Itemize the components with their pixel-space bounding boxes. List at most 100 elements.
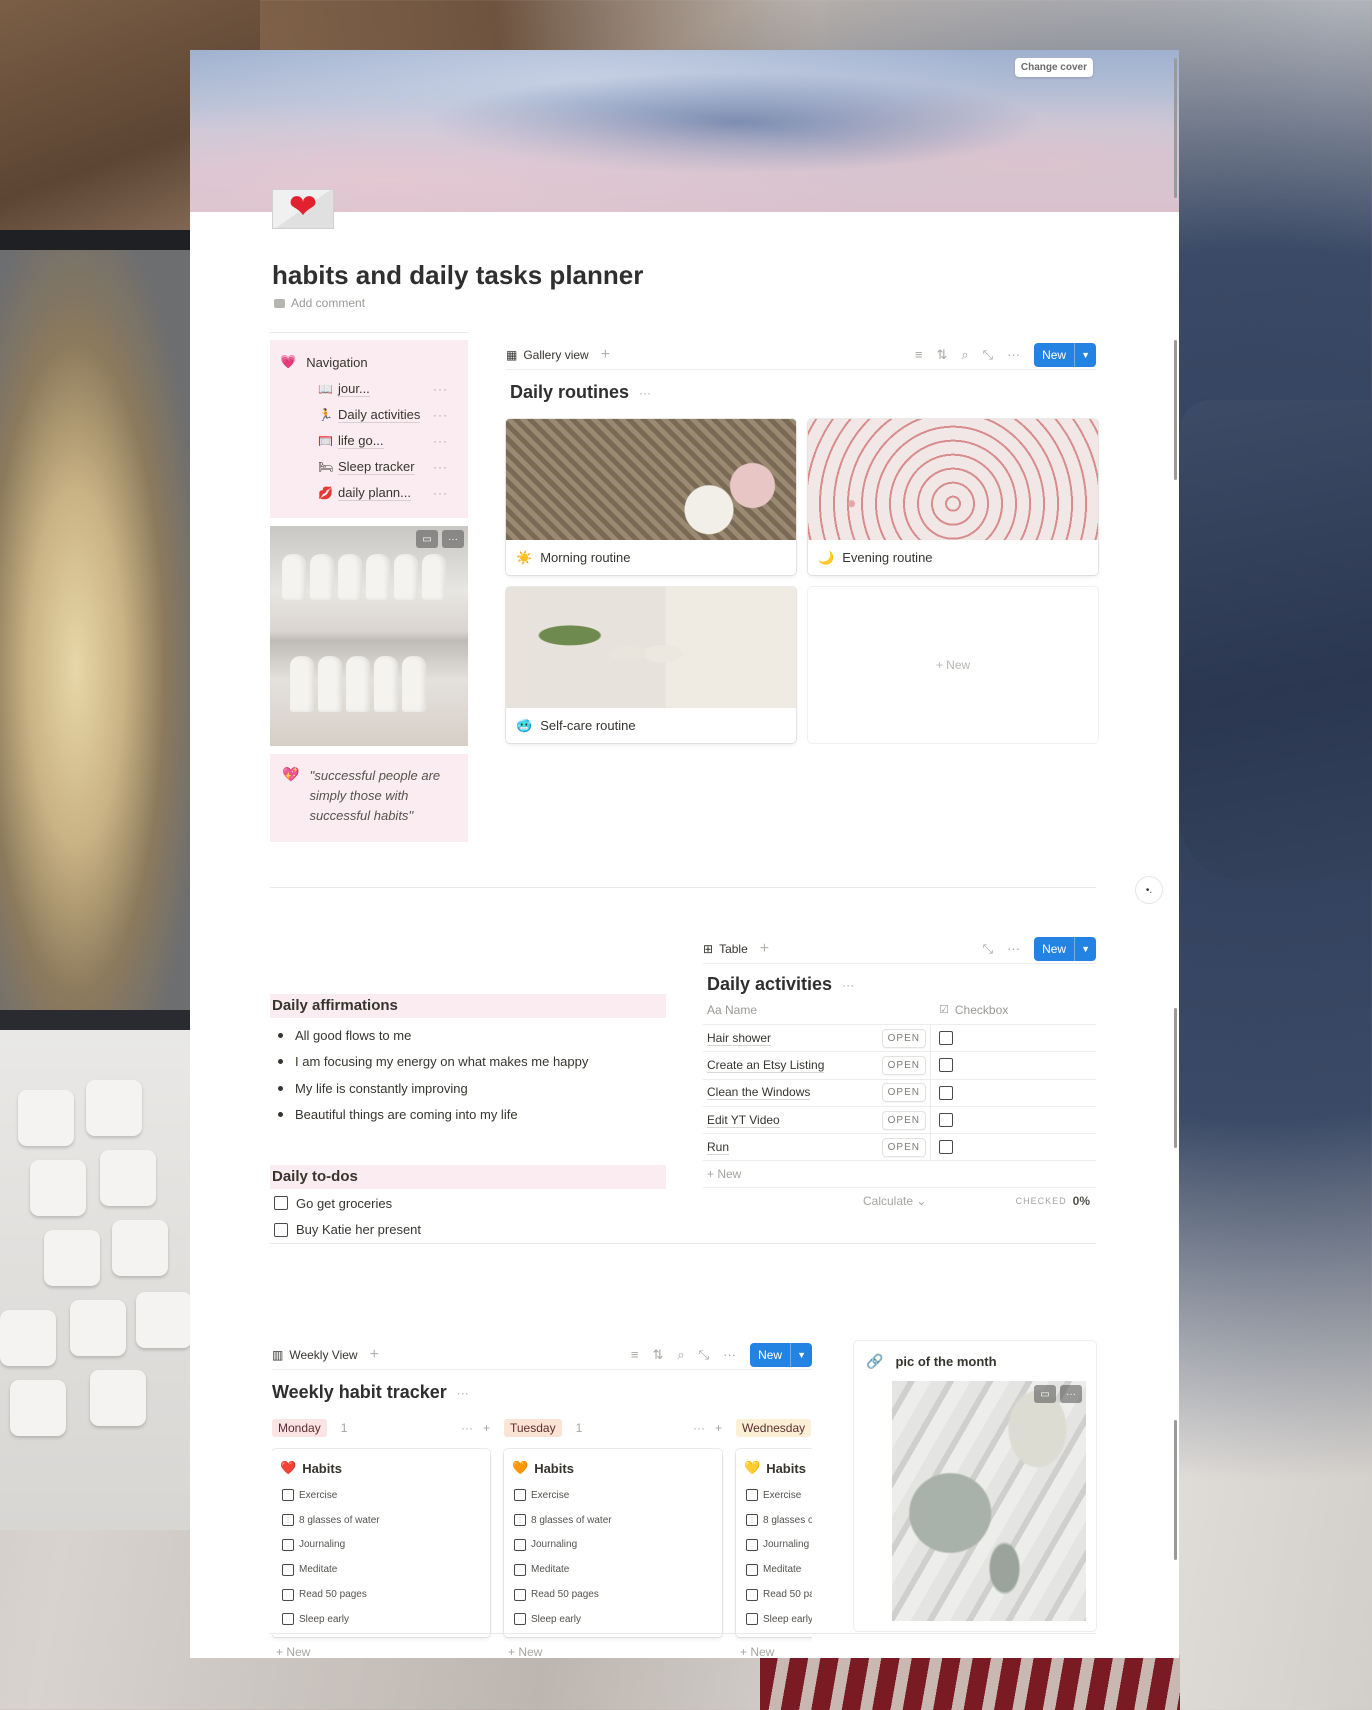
habit-item[interactable]: Journaling — [512, 1533, 714, 1558]
todos-heading[interactable]: Daily to-dos — [270, 1165, 666, 1189]
column-tag[interactable]: Wednesday — [736, 1419, 812, 1437]
more-options-icon[interactable]: ··· — [461, 1421, 473, 1435]
more-options-icon[interactable]: ··· — [442, 530, 464, 548]
more-options-icon[interactable]: ··· — [639, 386, 651, 400]
table-row[interactable]: Clean the Windows OPEN — [703, 1079, 1096, 1107]
checkbox[interactable] — [939, 1140, 953, 1155]
board-card[interactable]: 💛 Habits Exercise 8 glasses of water Journa… — [736, 1449, 812, 1637]
add-card-button[interactable]: + New — [736, 1637, 812, 1657]
add-icon[interactable]: + — [483, 1421, 490, 1435]
more-options-icon[interactable]: ··· — [1060, 1385, 1082, 1403]
checkbox[interactable] — [282, 1613, 294, 1626]
row-name[interactable]: Run — [707, 1140, 730, 1155]
open-button[interactable]: OPEN — [881, 1055, 926, 1075]
checkbox[interactable] — [514, 1538, 526, 1551]
habit-item[interactable]: Meditate — [744, 1557, 812, 1582]
habit-item[interactable]: Journaling — [744, 1533, 812, 1558]
checkbox[interactable] — [746, 1563, 758, 1576]
open-button[interactable]: OPEN — [881, 1028, 926, 1048]
list-item[interactable]: I am focusing my energy on what makes me… — [270, 1049, 666, 1076]
board-card[interactable]: ❤️ Habits Exercise 8 glasses of water Journ… — [272, 1449, 490, 1637]
nav-link[interactable]: 🥅 life go... ··· — [280, 428, 458, 454]
expand-icon[interactable]: ⤡ — [699, 1347, 709, 1363]
checkbox[interactable] — [746, 1489, 758, 1502]
list-item[interactable]: All good flows to me — [270, 1022, 666, 1049]
add-view-button[interactable]: + — [760, 940, 769, 958]
column-tag[interactable]: Tuesday — [504, 1419, 562, 1437]
habit-item[interactable]: 8 glasses of water — [744, 1508, 812, 1533]
table-row[interactable]: Hair shower OPEN — [703, 1025, 1096, 1053]
database-title[interactable]: Daily routines — [510, 382, 629, 403]
add-card-button[interactable]: + New — [272, 1637, 490, 1657]
checkbox[interactable] — [282, 1538, 294, 1551]
scrollbar[interactable] — [1174, 58, 1177, 198]
column-header-checkbox[interactable]: ☑ Checkbox — [931, 1003, 1008, 1017]
row-name[interactable]: Create an Etsy Listing — [707, 1058, 825, 1073]
row-name[interactable]: Clean the Windows — [707, 1085, 811, 1101]
affirmations-heading[interactable]: Daily affirmations — [270, 994, 666, 1018]
nav-link[interactable]: 💋 daily plann... ··· — [280, 480, 458, 506]
checkbox[interactable] — [282, 1563, 294, 1576]
list-item[interactable]: My life is constantly improving — [270, 1075, 666, 1102]
checkbox[interactable] — [939, 1031, 953, 1046]
more-options-icon[interactable]: ··· — [457, 1386, 469, 1400]
help-button[interactable]: •. — [1135, 876, 1163, 904]
habit-item[interactable]: Exercise — [512, 1483, 714, 1508]
search-icon[interactable]: ⌕ — [677, 1347, 684, 1363]
habit-item[interactable]: Sleep early — [280, 1607, 482, 1632]
checkbox[interactable] — [514, 1563, 526, 1576]
sort-icon[interactable]: ⇅ — [936, 347, 947, 363]
habit-item[interactable]: Read 50 pages — [744, 1582, 812, 1607]
list-item[interactable]: Beautiful things are coming into my life — [270, 1102, 666, 1129]
change-cover-button[interactable]: Change cover — [1014, 58, 1093, 77]
more-options-icon[interactable]: ··· — [433, 382, 448, 396]
add-icon[interactable]: + — [715, 1421, 722, 1435]
checkbox[interactable] — [282, 1514, 294, 1527]
gallery-card[interactable]: 🌙 Evening routine — [808, 419, 1098, 575]
checkbox[interactable] — [746, 1514, 758, 1527]
habit-item[interactable]: Journaling — [280, 1533, 482, 1558]
comment-icon[interactable]: ▭ — [1034, 1385, 1056, 1403]
habit-item[interactable]: Read 50 pages — [512, 1582, 714, 1607]
habit-item[interactable]: Sleep early — [512, 1607, 714, 1632]
column-header-name[interactable]: Aa Name — [703, 1003, 931, 1017]
database-title[interactable]: Weekly habit tracker — [272, 1382, 447, 1403]
page-title[interactable]: habits and daily tasks planner — [272, 260, 643, 291]
checkbox[interactable] — [514, 1588, 526, 1601]
checkbox[interactable] — [746, 1613, 758, 1626]
add-row-button[interactable]: + New — [703, 1161, 1096, 1189]
table-row[interactable]: Create an Etsy Listing OPEN — [703, 1052, 1096, 1080]
habit-item[interactable]: Exercise — [280, 1483, 482, 1508]
more-options-icon[interactable]: ··· — [1007, 347, 1020, 362]
nav-link[interactable]: 🛏 Sleep tracker ··· — [280, 454, 458, 480]
scrollbar[interactable] — [1174, 340, 1177, 480]
checkbox[interactable] — [282, 1588, 294, 1601]
add-comment-button[interactable]: Add comment — [274, 296, 365, 310]
board-card[interactable]: 🧡 Habits Exercise 8 glasses of water Journa… — [504, 1449, 722, 1637]
more-options-icon[interactable]: ··· — [433, 408, 448, 422]
more-options-icon[interactable]: ··· — [433, 486, 448, 500]
habit-item[interactable]: 8 glasses of water — [512, 1508, 714, 1533]
new-button[interactable]: New ▼ — [1034, 342, 1096, 367]
chevron-down-icon[interactable]: ▼ — [1074, 342, 1096, 367]
add-view-button[interactable]: + — [370, 1346, 379, 1364]
checkbox[interactable] — [274, 1222, 288, 1237]
open-button[interactable]: OPEN — [881, 1137, 926, 1157]
sort-icon[interactable]: ⇅ — [652, 1347, 663, 1363]
checkbox[interactable] — [939, 1058, 953, 1073]
more-options-icon[interactable]: ··· — [433, 434, 448, 448]
calculate-dropdown[interactable]: Calculate ⌄ — [863, 1194, 926, 1208]
tab-gallery-view[interactable]: ▦ Gallery view — [506, 348, 589, 362]
comment-icon[interactable]: ▭ — [416, 530, 438, 548]
more-options-icon[interactable]: ··· — [723, 1347, 736, 1362]
checkbox[interactable] — [514, 1514, 526, 1527]
add-view-button[interactable]: + — [601, 346, 610, 364]
add-card-button[interactable]: + New — [504, 1637, 722, 1657]
tab-weekly-view[interactable]: ▥ Weekly View — [272, 1348, 358, 1362]
row-name[interactable]: Hair shower — [707, 1031, 772, 1046]
habit-item[interactable]: 8 glasses of water — [280, 1508, 482, 1533]
habit-item[interactable]: Sleep early — [744, 1607, 812, 1632]
gallery-card[interactable]: ☀️ Morning routine — [506, 419, 796, 575]
filter-icon[interactable]: ≡ — [631, 1347, 639, 1362]
habit-item[interactable]: Exercise — [744, 1483, 812, 1508]
